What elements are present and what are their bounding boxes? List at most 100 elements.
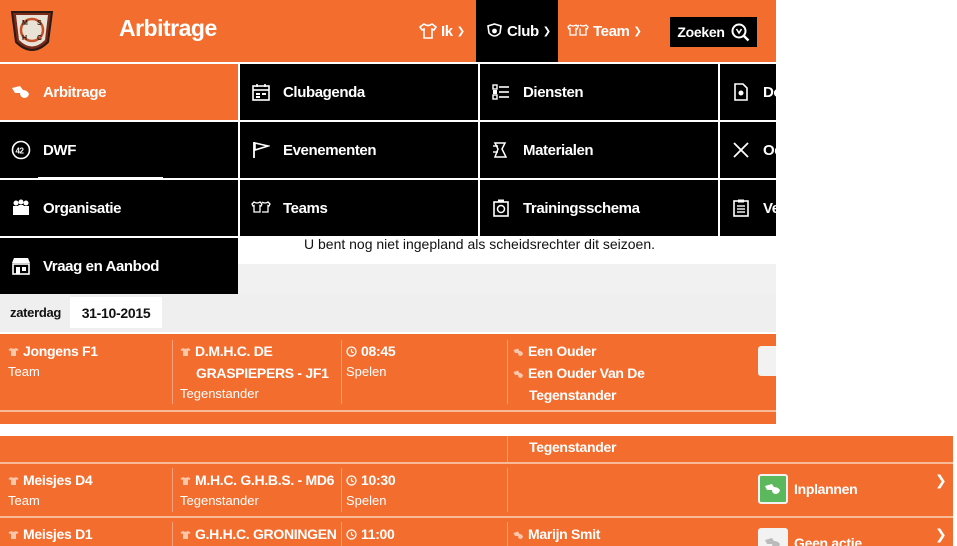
nav-club-label: Club xyxy=(507,22,539,40)
team-cell: Meisjes D4 Team xyxy=(8,469,168,511)
time-cell: 10:30 Spelen xyxy=(346,469,504,511)
nav-club[interactable]: Club ❯ xyxy=(476,0,558,62)
column-divider xyxy=(341,468,342,512)
stopwatch-icon xyxy=(490,197,512,219)
crossed-sticks-icon xyxy=(730,139,752,161)
referee-name: Een Ouder xyxy=(528,343,597,359)
content-background xyxy=(238,264,776,294)
plan-button[interactable]: Inplannen xyxy=(758,474,908,504)
shield-icon xyxy=(487,22,502,37)
team-cell: Jongens F1 Team xyxy=(8,340,168,382)
menu-item-arbitrage[interactable]: Arbitrage xyxy=(0,64,238,120)
column-divider xyxy=(507,522,508,546)
shirts-icon xyxy=(567,24,589,36)
shirt-icon xyxy=(8,341,19,356)
opponent-cell: M.H.C. G.H.B.S. - MD6 Tegenstander xyxy=(180,469,338,511)
svg-text:M: M xyxy=(22,20,28,27)
column-divider xyxy=(507,436,508,462)
menu-item-label: DWF xyxy=(43,141,76,159)
hover-underline xyxy=(38,177,163,179)
opponent-name-cont: GRASPIEPERS - JF1 xyxy=(196,365,329,381)
menu-item-trainingsschema[interactable]: Trainingsschema xyxy=(480,180,718,236)
column-divider xyxy=(507,468,508,512)
table-row[interactable] xyxy=(0,436,953,462)
match-time: 11:00 xyxy=(361,526,395,542)
team-name: Meisjes D4 xyxy=(23,472,93,488)
menu-item-teams[interactable]: Teams xyxy=(240,180,478,236)
menu-item-label: Clubagenda xyxy=(283,83,365,101)
shirt-icon xyxy=(180,524,191,539)
chevron-right-icon[interactable]: ❯ xyxy=(935,472,947,489)
calendar-icon xyxy=(250,81,272,103)
plan-button-label: Inplannen xyxy=(794,481,858,497)
chevron-down-icon: ❯ xyxy=(542,25,551,37)
menu-item-oe[interactable]: Oe xyxy=(720,122,776,178)
table-row[interactable] xyxy=(0,412,776,424)
menu-item-evenementen[interactable]: Evenementen xyxy=(240,122,478,178)
menu-item-label: Evenementen xyxy=(283,141,377,159)
menu-item-do[interactable]: Do xyxy=(720,64,776,120)
opponent-name: M.H.C. G.H.B.S. - MD6 xyxy=(195,472,335,488)
team-name: Meisjes D1 xyxy=(23,526,93,542)
opponent-sub: Tegenstander xyxy=(180,493,259,508)
shirt-icon xyxy=(8,524,19,539)
column-divider xyxy=(172,340,173,404)
opponent-cell: D.M.H.C. DE GRASPIEPERS - JF1 Tegenstand… xyxy=(180,340,338,404)
action-button-partial[interactable] xyxy=(758,346,776,376)
whistle-icon xyxy=(758,474,788,504)
shirt-icon xyxy=(250,197,272,219)
shirt-icon xyxy=(419,23,437,39)
svg-text:S: S xyxy=(37,20,42,27)
no-action-button[interactable]: Geen actie xyxy=(758,528,908,546)
column-divider xyxy=(341,522,342,546)
time-cell: 11:00 xyxy=(346,523,504,545)
menu-item-diensten[interactable]: Diensten xyxy=(480,64,718,120)
menu-item-dwf[interactable]: 42 DWF xyxy=(0,122,238,178)
day-label: zaterdag xyxy=(10,305,62,320)
column-divider xyxy=(172,468,173,512)
menu-item-materialen[interactable]: Materialen xyxy=(480,122,718,178)
nav-team-label: Team xyxy=(593,22,630,40)
menu-item-label: Vraag en Aanbod xyxy=(43,257,159,275)
app-header xyxy=(0,0,776,62)
match-time: 10:30 xyxy=(361,472,396,488)
menu-item-label: Teams xyxy=(283,199,328,217)
whistle-icon xyxy=(513,524,524,539)
menu-item-organisatie[interactable]: Organisatie xyxy=(0,180,238,236)
opponent-name: G.H.H.C. GRONINGEN - xyxy=(195,526,337,542)
nav-team[interactable]: Team ❯ xyxy=(563,0,643,62)
clock-icon xyxy=(346,341,357,357)
no-action-label: Geen actie xyxy=(794,535,862,546)
clock-icon xyxy=(346,524,357,540)
referee-name: Een Ouder Van De xyxy=(528,365,645,381)
search-icon xyxy=(731,23,749,42)
menu-item-ve[interactable]: Ve xyxy=(720,180,776,236)
nav-ik[interactable]: Ik ❯ xyxy=(414,0,474,62)
chevron-right-icon[interactable]: ❯ xyxy=(935,526,947,543)
menu-item-clubagenda[interactable]: Clubagenda xyxy=(240,64,478,120)
referee-name-cont: Tegenstander xyxy=(529,439,617,455)
shop-icon xyxy=(10,255,32,277)
match-time: 08:45 xyxy=(361,343,396,359)
shirt-icon xyxy=(8,470,19,485)
list-icon xyxy=(490,81,512,103)
people-icon xyxy=(10,197,32,219)
club-logo[interactable]: M S H C xyxy=(8,6,56,58)
flag-icon xyxy=(250,139,272,161)
page-title: Arbitrage xyxy=(119,15,217,41)
menu-item-label: Arbitrage xyxy=(43,83,107,101)
team-cell: Meisjes D1 xyxy=(8,523,168,545)
menu-item-label: Do xyxy=(763,83,776,101)
clock-badge-icon: 42 xyxy=(10,139,32,161)
menu-item-label: Oe xyxy=(763,141,776,159)
menu-item-vraag-en-aanbod[interactable]: Vraag en Aanbod xyxy=(0,238,238,294)
chevron-down-icon: ❯ xyxy=(633,25,642,37)
svg-text:H: H xyxy=(22,35,27,42)
shirt-icon xyxy=(180,470,191,485)
svg-text:42: 42 xyxy=(16,147,25,156)
referee-cell: Marijn Smit xyxy=(513,523,713,545)
search-button[interactable]: Zoeken xyxy=(670,17,757,47)
svg-text:C: C xyxy=(37,35,42,42)
menu-item-label: Organisatie xyxy=(43,199,122,217)
team-name: Jongens F1 xyxy=(23,343,98,359)
